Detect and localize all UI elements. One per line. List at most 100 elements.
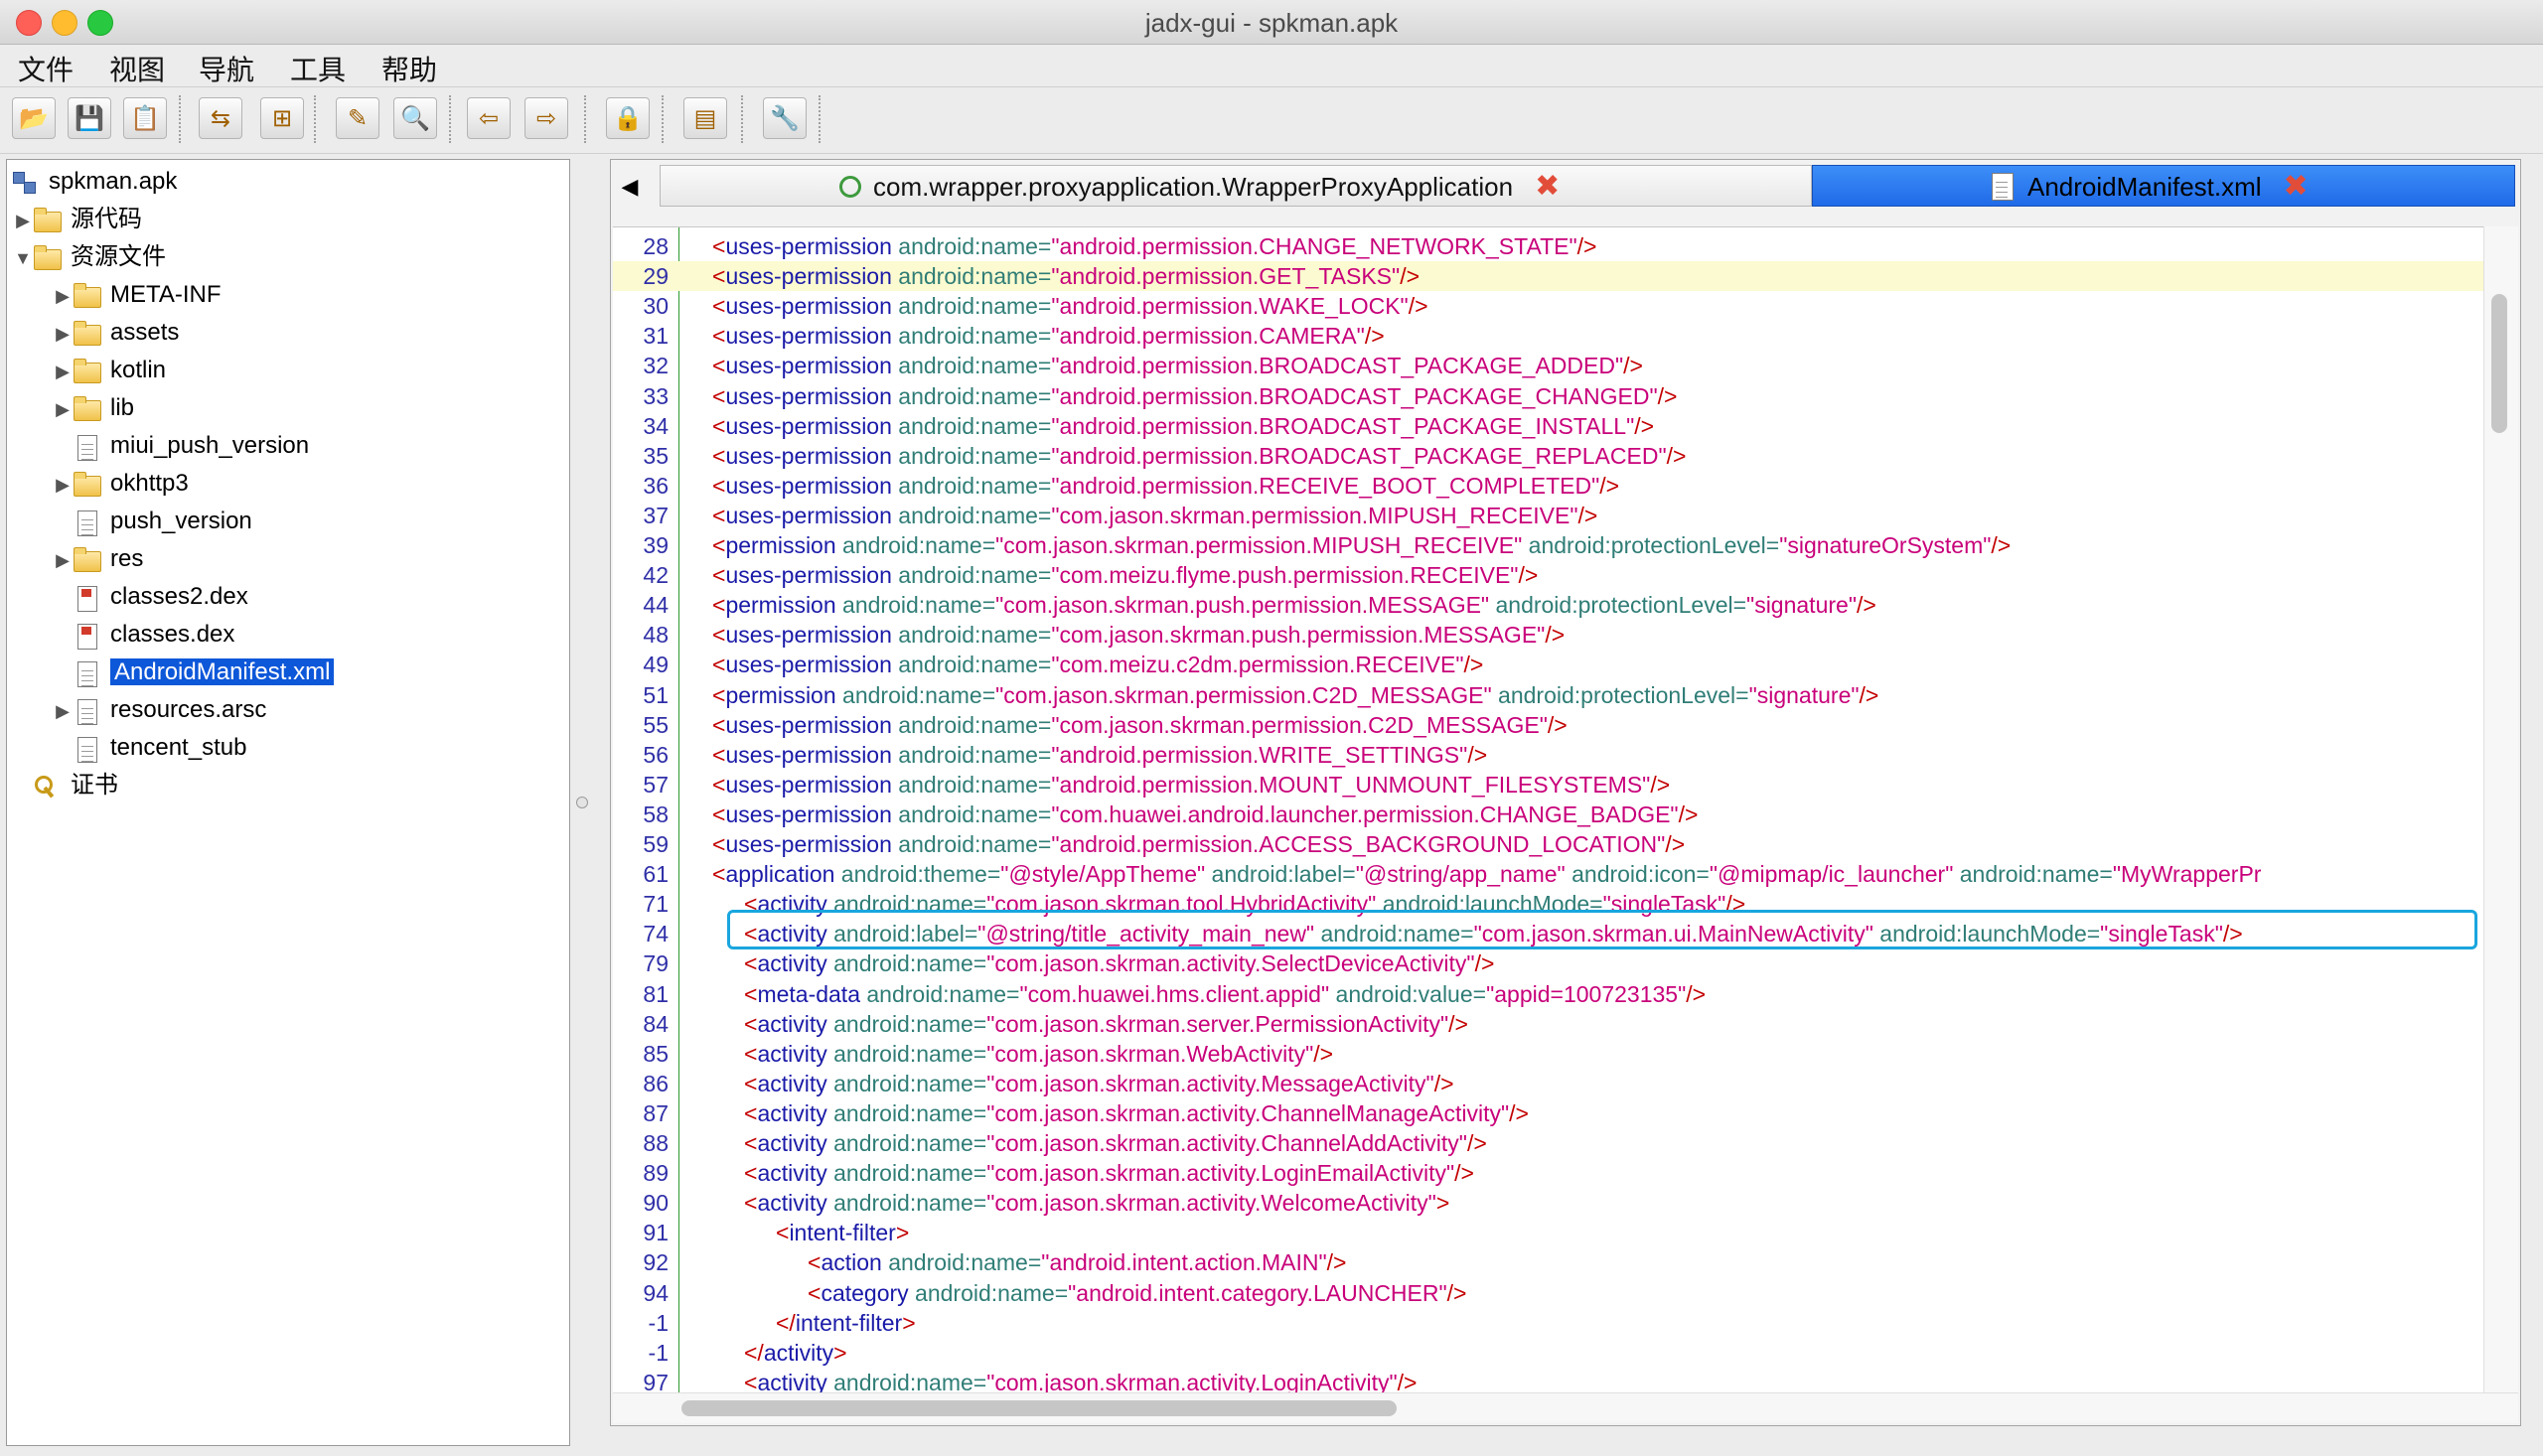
tree-item[interactable]: AndroidManifest.xml <box>53 655 336 690</box>
code-line[interactable]: 81 <meta-data android:name="com.huawei.hm… <box>613 979 2490 1009</box>
line-number: 91 <box>643 1220 669 1246</box>
code-line[interactable]: -1 </intent-filter> <box>613 1308 2490 1338</box>
code-text: </activity> <box>744 1339 847 1366</box>
tab-scroll-left-icon[interactable]: ◀ <box>614 169 646 205</box>
tree-item[interactable]: ▶ assets <box>53 315 179 351</box>
tab-wrapper-proxy-application[interactable]: com.wrapper.proxyapplication.WrapperProx… <box>660 165 1812 207</box>
code-line[interactable]: 35 <uses-permission android:name="android… <box>613 441 2490 471</box>
code-editor[interactable]: 28 <uses-permission android:name="android… <box>613 226 2518 1393</box>
expand-arrow-icon[interactable]: ▶ <box>53 467 73 503</box>
code-line[interactable]: 37 <uses-permission android:name="com.jas… <box>613 501 2490 530</box>
code-text: <application android:theme="@style/AppTh… <box>712 861 2262 888</box>
code-line[interactable]: 29 <uses-permission android:name="android… <box>613 261 2490 292</box>
tree-item[interactable]: tencent_stub <box>53 730 246 766</box>
code-line[interactable]: 28 <uses-permission android:name="android… <box>613 231 2490 261</box>
expand-arrow-icon[interactable]: ▶ <box>53 316 73 352</box>
tree-item[interactable]: push_version <box>53 504 252 539</box>
code-line[interactable]: 79 <activity android:name="com.jason.skrm… <box>613 948 2490 978</box>
line-number: 97 <box>643 1369 669 1393</box>
code-line[interactable]: 30 <uses-permission android:name="android… <box>613 291 2490 321</box>
close-tab-icon[interactable]: ✖ <box>1535 170 1560 203</box>
expand-arrow-icon[interactable]: ▶ <box>13 203 33 238</box>
menu-navigation[interactable]: 导航 <box>199 49 254 88</box>
expand-arrow-icon[interactable]: ▶ <box>53 542 73 578</box>
tree-item[interactable]: ▶ okhttp3 <box>53 466 189 502</box>
forward-button[interactable]: ⇨ <box>524 97 568 139</box>
expand-arrow-icon[interactable]: ▶ <box>53 391 73 427</box>
code-line[interactable]: 58 <uses-permission android:name="com.hua… <box>613 800 2490 829</box>
code-line[interactable]: 84 <activity android:name="com.jason.skrm… <box>613 1009 2490 1039</box>
expand-arrow-icon[interactable]: ▶ <box>53 354 73 389</box>
code-line[interactable]: 88 <activity android:name="com.jason.skrm… <box>613 1128 2490 1158</box>
tree-item[interactable]: ▶ lib <box>53 390 134 426</box>
open-file-button[interactable]: 📂 <box>12 97 56 139</box>
tree-item[interactable]: ▶ res <box>53 541 143 577</box>
horizontal-scrollbar-thumb[interactable] <box>681 1400 1397 1416</box>
code-line[interactable]: 85 <activity android:name="com.jason.skrm… <box>613 1039 2490 1069</box>
line-number: 59 <box>643 831 669 857</box>
vertical-scrollbar-thumb[interactable] <box>2491 294 2507 433</box>
code-text: <permission android:name="com.jason.skrm… <box>712 532 2012 558</box>
search-button[interactable]: 🔍 <box>393 97 437 139</box>
tree-item[interactable]: ▶ resources.arsc <box>53 692 266 728</box>
tree-item[interactable]: ▶ kotlin <box>53 353 166 388</box>
close-tab-icon[interactable]: ✖ <box>2284 170 2309 203</box>
code-line[interactable]: 55 <uses-permission android:name="com.jas… <box>613 710 2490 740</box>
code-line[interactable]: 36 <uses-permission android:name="android… <box>613 471 2490 501</box>
tree-item[interactable]: ▶ 源代码 <box>13 202 142 237</box>
tree-item[interactable]: classes.dex <box>53 617 234 653</box>
tree-item[interactable]: ▼ 资源文件 <box>13 239 166 275</box>
menu-tools[interactable]: 工具 <box>290 49 346 88</box>
code-line[interactable]: 44 <permission android:name="com.jason.sk… <box>613 590 2490 620</box>
code-line[interactable]: 57 <uses-permission android:name="android… <box>613 770 2490 800</box>
code-line[interactable]: 51 <permission android:name="com.jason.sk… <box>613 680 2490 710</box>
menu-file[interactable]: 文件 <box>18 49 74 88</box>
code-line[interactable]: 34 <uses-permission android:name="android… <box>613 411 2490 441</box>
code-line[interactable]: 97 <activity android:name="com.jason.skrm… <box>613 1368 2490 1393</box>
deobfuscation-button[interactable]: 🔒 <box>606 97 650 139</box>
save-all-button[interactable]: 💾 <box>68 97 111 139</box>
code-line[interactable]: 31 <uses-permission android:name="android… <box>613 321 2490 351</box>
tree-item[interactable]: miui_push_version <box>53 428 309 464</box>
flatten-packages-button[interactable]: ⊞ <box>260 97 304 139</box>
menu-help[interactable]: 帮助 <box>381 49 437 88</box>
export-button[interactable]: 📋 <box>123 97 167 139</box>
splitter-handle[interactable] <box>576 797 588 808</box>
tree-item[interactable]: 证书 <box>13 768 118 803</box>
tab-android-manifest[interactable]: AndroidManifest.xml ✖ <box>1812 165 2515 207</box>
decompile-all-button[interactable]: ✎ <box>336 97 379 139</box>
code-line[interactable]: 89 <activity android:name="com.jason.skrm… <box>613 1158 2490 1188</box>
file-tree[interactable]: spkman.apk ▶ 源代码 ▼ 资源文件 ▶ META-INF ▶ assets ▶ kotl… <box>6 159 570 1446</box>
code-line[interactable]: -1 </activity> <box>613 1338 2490 1368</box>
expand-arrow-icon[interactable]: ▶ <box>53 693 73 729</box>
expand-arrow-icon[interactable]: ▶ <box>53 278 73 314</box>
code-line[interactable]: 39 <permission android:name="com.jason.sk… <box>613 530 2490 560</box>
tree-root-apk[interactable]: spkman.apk <box>11 164 177 200</box>
line-number: 57 <box>643 771 669 798</box>
code-line[interactable]: 92 <action android:name="android.intent.a… <box>613 1247 2490 1277</box>
collapse-arrow-icon[interactable]: ▼ <box>13 240 33 276</box>
preferences-button[interactable]: 🔧 <box>763 97 807 139</box>
code-line[interactable]: 94 <category android:name="android.intent… <box>613 1278 2490 1308</box>
tree-item[interactable]: ▶ META-INF <box>53 277 221 314</box>
code-text: <intent-filter> <box>776 1220 910 1246</box>
code-line[interactable]: 49 <uses-permission android:name="com.mei… <box>613 650 2490 679</box>
code-line[interactable]: 91 <intent-filter> <box>613 1218 2490 1247</box>
back-button[interactable]: ⇦ <box>467 97 511 139</box>
code-line[interactable]: 90 <activity android:name="com.jason.skrm… <box>613 1188 2490 1218</box>
code-line[interactable]: 33 <uses-permission android:name="android… <box>613 381 2490 411</box>
code-line[interactable]: 56 <uses-permission android:name="android… <box>613 740 2490 770</box>
code-line[interactable]: 48 <uses-permission android:name="com.jas… <box>613 620 2490 650</box>
line-number: 84 <box>643 1010 669 1037</box>
tree-item-label: miui_push_version <box>110 432 310 459</box>
code-line[interactable]: 61 <application android:theme="@style/App… <box>613 859 2490 889</box>
sync-tree-button[interactable]: ⇆ <box>199 97 242 139</box>
log-viewer-button[interactable]: ▤ <box>683 97 727 139</box>
code-line[interactable]: 59 <uses-permission android:name="android… <box>613 829 2490 859</box>
menu-view[interactable]: 视图 <box>109 49 165 88</box>
code-line[interactable]: 42 <uses-permission android:name="com.mei… <box>613 560 2490 590</box>
code-line[interactable]: 87 <activity android:name="com.jason.skrm… <box>613 1098 2490 1128</box>
code-line[interactable]: 32 <uses-permission android:name="android… <box>613 351 2490 380</box>
tree-item[interactable]: classes2.dex <box>53 579 248 615</box>
code-line[interactable]: 86 <activity android:name="com.jason.skrm… <box>613 1069 2490 1098</box>
